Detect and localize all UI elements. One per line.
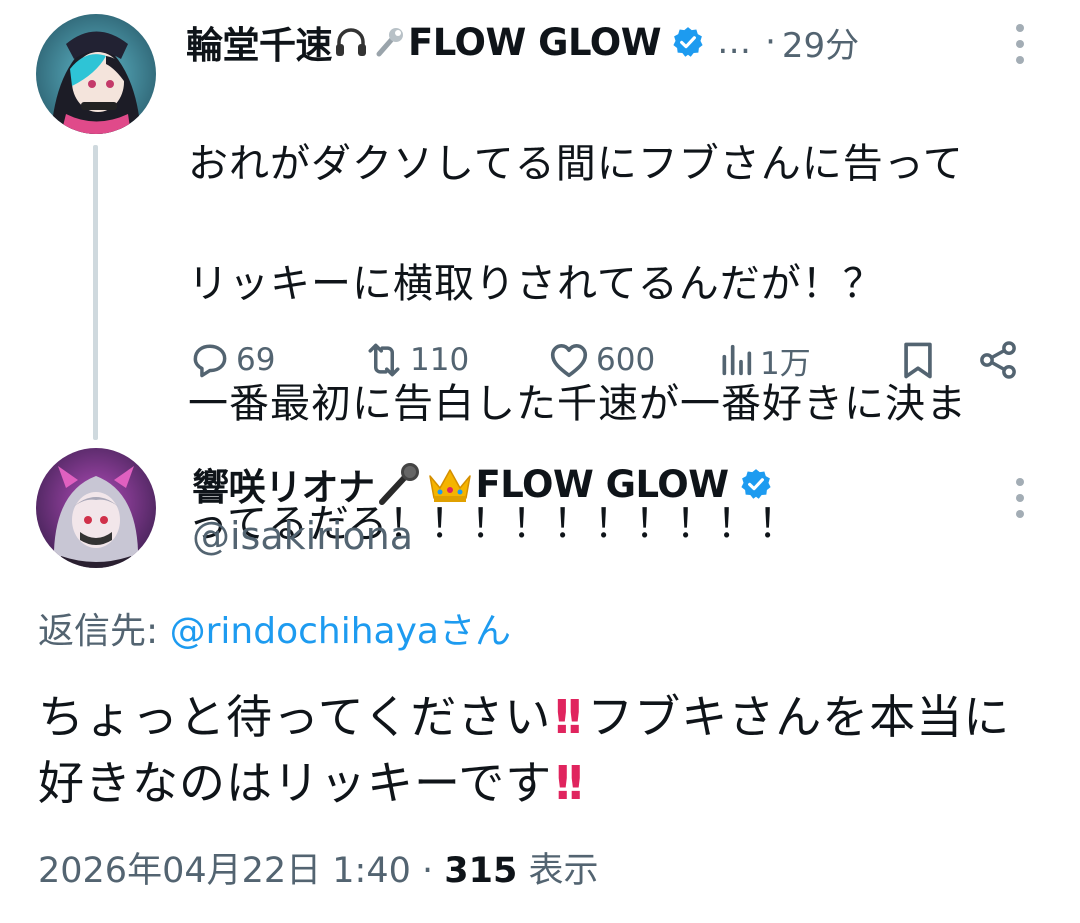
footer-separator: · xyxy=(422,851,434,891)
reply-icon xyxy=(193,344,227,378)
display-name[interactable]: 輪堂千速 xyxy=(186,15,333,69)
timestamp[interactable]: 29分 xyxy=(782,18,859,67)
headphones-icon xyxy=(333,24,369,60)
more-icon[interactable] xyxy=(1013,22,1027,66)
verified-badge-icon xyxy=(673,27,703,57)
views-button[interactable]: 1万 xyxy=(716,336,811,384)
view-count: 315 xyxy=(444,851,518,891)
microphone-icon xyxy=(376,462,424,506)
double-exclamation-emoji: !! xyxy=(551,690,585,744)
name-ellipsis: … xyxy=(717,22,752,62)
reply-to-line: 返信先: @rindochihayaさん xyxy=(38,602,511,654)
views-count: 1万 xyxy=(760,345,811,382)
display-name-suffix[interactable]: FLOW GLOW xyxy=(476,463,730,506)
share-icon xyxy=(980,341,1016,379)
views-icon xyxy=(722,344,752,376)
verified-badge-icon xyxy=(740,469,771,499)
reply-to-label: 返信先: xyxy=(38,611,159,652)
thread-connector-line xyxy=(93,145,98,440)
wrench-icon xyxy=(371,24,407,60)
tweet-text: ちょっと待ってください!! フブキさんを本当に好きなのはリッキーです!! xyxy=(38,684,1048,816)
double-exclamation-emoji: !! xyxy=(552,756,586,810)
like-icon xyxy=(550,343,588,378)
tweet-text-part: ちょっと待ってください xyxy=(38,690,552,744)
repost-button[interactable]: 110 xyxy=(362,336,469,384)
more-icon[interactable] xyxy=(1013,476,1027,520)
post-date[interactable]: 2026年04月22日 1:40 xyxy=(38,851,411,891)
display-name[interactable]: 響咲リオナ xyxy=(192,457,375,511)
bookmark-icon xyxy=(904,342,932,379)
tweet-footer: 2026年04月22日 1:40 · 315 表示 xyxy=(38,842,599,893)
tweet-text-line: おれがダクソしてる間にフブさんに告って xyxy=(188,141,964,187)
author-name-row[interactable]: 輪堂千速 FLOW GLOW … · 29分 xyxy=(186,14,859,70)
share-button[interactable] xyxy=(976,336,1024,384)
reply-button[interactable]: 69 xyxy=(188,336,275,384)
meta-separator: · xyxy=(765,22,776,62)
reply-to-mention[interactable]: @rindochihaya xyxy=(170,611,439,652)
reply-to-suffix: さん xyxy=(438,611,511,652)
repost-count: 110 xyxy=(410,342,470,378)
crown-icon xyxy=(426,462,474,506)
repost-icon xyxy=(368,343,400,377)
reply-count: 69 xyxy=(236,342,276,378)
display-name-suffix[interactable]: FLOW GLOW xyxy=(408,21,662,64)
tweet-actions: 69 110 600 1万 xyxy=(186,336,1026,384)
tweet-text-line: リッキーに横取りされてるんだが！？ xyxy=(188,261,884,307)
avatar[interactable] xyxy=(36,448,156,568)
view-label: 表示 xyxy=(528,851,599,891)
like-button[interactable]: 600 xyxy=(546,336,655,384)
avatar[interactable] xyxy=(36,14,156,134)
user-handle[interactable]: @isakiriona xyxy=(192,514,413,558)
like-count: 600 xyxy=(596,342,656,378)
author-name-row[interactable]: 響咲リオナ FLOW GLOW xyxy=(192,456,773,512)
bookmark-button[interactable] xyxy=(896,336,944,384)
